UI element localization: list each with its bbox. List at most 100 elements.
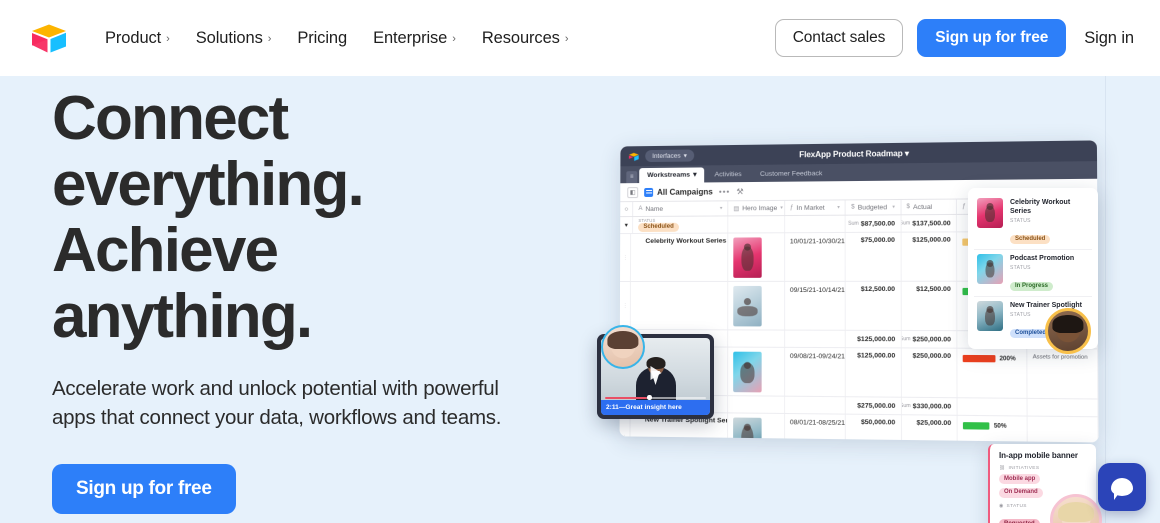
chevron-down-icon: ▾ [683, 152, 687, 160]
hamburger-icon[interactable]: ≡ [626, 171, 638, 184]
progress-bar-pct: 50% [993, 422, 1007, 430]
nav-item-enterprise[interactable]: Enterprise › [360, 22, 469, 55]
group-empty-cell [784, 215, 847, 233]
thumbnail-image [733, 351, 762, 393]
airtable-cube-logo-icon [32, 24, 66, 53]
tab-workstreams[interactable]: Workstreams ▾ [639, 167, 705, 184]
chevron-right-icon: › [166, 32, 170, 45]
status-badge: Scheduled [638, 222, 679, 233]
avatar-hair [1052, 315, 1084, 333]
initiative-chip[interactable]: Mobile app [999, 474, 1041, 484]
initiatives-label-text: INITIATIVES [1008, 466, 1040, 471]
progress-bar-pct: 200% [999, 355, 1016, 362]
card-title: Podcast Promotion [1010, 255, 1075, 262]
column-header-name[interactable]: A Name ▾ [633, 201, 729, 217]
video-scrubber[interactable] [605, 395, 706, 400]
chat-support-button[interactable] [1098, 463, 1146, 511]
tool-icon[interactable]: ⚒ [736, 187, 744, 196]
column-header-actual-label: Actual [913, 203, 933, 211]
airtable-logo[interactable] [28, 17, 70, 59]
group-sum-budgeted: $125,000.00 [846, 330, 902, 348]
cell-hero-image[interactable] [728, 233, 785, 281]
cell-budgeted: $125,000.00 [846, 348, 902, 397]
status-badge: In Progress [1010, 281, 1054, 292]
cell-actual: $12,500.00 [901, 281, 958, 331]
collaborator-avatar-1[interactable] [601, 325, 645, 369]
link-records-icon: ⛓ [999, 466, 1006, 471]
cell-notes [1027, 416, 1099, 443]
nav-item-product[interactable]: Product › [92, 22, 183, 55]
group-sum-actual: Sum $137,500.00 [901, 214, 957, 232]
chevron-down-icon: ▾ [904, 148, 909, 158]
mock-doc-title-text: FlexApp Product Roadmap [799, 148, 903, 159]
cell-hero-image[interactable] [728, 281, 785, 330]
cell-budgeted: $75,000.00 [845, 232, 902, 281]
play-icon[interactable] [650, 366, 661, 381]
single-select-icon: ◉ [999, 503, 1004, 509]
workspace-pill[interactable]: Interfaces ▾ [645, 149, 694, 163]
cell-hero-image[interactable] [727, 413, 785, 443]
progress-bar [962, 422, 990, 430]
thumbnail-image [733, 417, 762, 443]
row-drag-handle[interactable]: ⋮ [619, 281, 632, 330]
column-header-name-label: Name [645, 205, 664, 213]
group-empty-cell [1027, 398, 1099, 417]
thumbnail-image [977, 301, 1003, 331]
status-label-text: STATUS [1006, 503, 1027, 509]
nav-item-pricing[interactable]: Pricing [284, 22, 360, 55]
collaborator-avatar-2[interactable] [1045, 308, 1091, 354]
sum-budgeted-value: $275,000.00 [857, 401, 896, 410]
nav-item-solutions[interactable]: Solutions › [183, 22, 285, 55]
group-empty-cell [784, 396, 847, 414]
group-empty-cell [957, 398, 1028, 416]
airtable-mini-logo-icon [628, 152, 640, 161]
grid-view-icon [644, 187, 654, 197]
ellipsis-icon[interactable]: ••• [719, 187, 731, 196]
hero-copy: Connect everything. Achieve anything. Ac… [52, 86, 572, 514]
thumbnail-image [733, 237, 762, 278]
cell-hero-image[interactable] [728, 347, 785, 396]
column-header-budgeted[interactable]: $ Budgeted ▾ [846, 199, 902, 215]
formula-icon: ƒ [962, 203, 966, 210]
column-header-actual[interactable]: $ Actual [901, 199, 957, 215]
group-status-label: STATUS [638, 217, 656, 223]
status-badge: Requested [999, 519, 1040, 523]
nav-item-resources[interactable]: Resources › [469, 22, 582, 55]
signup-button-hero[interactable]: Sign up for free [52, 464, 236, 514]
progress-bar [962, 354, 996, 363]
sidebar-toggle-icon[interactable]: ◧ [627, 186, 639, 198]
hero-title-line-2: everything. [52, 150, 365, 219]
tab-workstreams-label: Workstreams [647, 171, 691, 179]
group-status-cell: STATUS Scheduled [633, 216, 729, 234]
contact-sales-button[interactable]: Contact sales [774, 19, 904, 57]
thumbnail-image [977, 254, 1003, 284]
column-header-in-market[interactable]: ƒ In Market ▾ [784, 200, 847, 216]
column-header-hero-image-label: Hero Image [742, 204, 778, 212]
chevron-right-icon: › [267, 32, 272, 45]
record-title: In-app mobile banner [999, 451, 1078, 460]
cell-budgeted: $50,000.00 [846, 414, 902, 443]
signin-link[interactable]: Sign in [1084, 29, 1134, 48]
nav-item-pricing-label: Pricing [297, 28, 348, 47]
signup-button-nav[interactable]: Sign up for free [917, 19, 1067, 57]
hero-title-line-3: Achieve [52, 216, 279, 285]
chevron-down-icon: ▾ [693, 171, 697, 179]
formula-icon: ƒ [790, 204, 794, 211]
card-title: Celebrity Workout Series [1010, 199, 1071, 215]
video-progress-fill [605, 397, 648, 399]
list-item[interactable]: Podcast Promotion STATUS In Progress [974, 250, 1092, 297]
sum-actual-value: $330,000.00 [912, 402, 952, 411]
column-header-hero-image[interactable]: ▤ Hero Image ▾ [728, 200, 785, 216]
column-header-checkbox[interactable]: ○ [620, 202, 634, 217]
group-empty-cell [784, 330, 847, 348]
row-drag-handle[interactable]: ⋮ [620, 234, 632, 282]
chat-bubble-icon [1111, 478, 1133, 500]
tab-activities[interactable]: Activities [707, 168, 750, 183]
list-item[interactable]: Celebrity Workout Series STATUS Schedule… [974, 194, 1092, 250]
group-expand-toggle[interactable]: ▾ [620, 217, 634, 234]
tab-customer-feedback[interactable]: Customer Feedback [752, 167, 831, 182]
field-label: STATUS [1010, 265, 1031, 271]
view-selector[interactable]: All Campaigns [644, 187, 713, 197]
initiative-chip[interactable]: On Demand [999, 487, 1043, 498]
chevron-right-icon: › [452, 32, 456, 45]
